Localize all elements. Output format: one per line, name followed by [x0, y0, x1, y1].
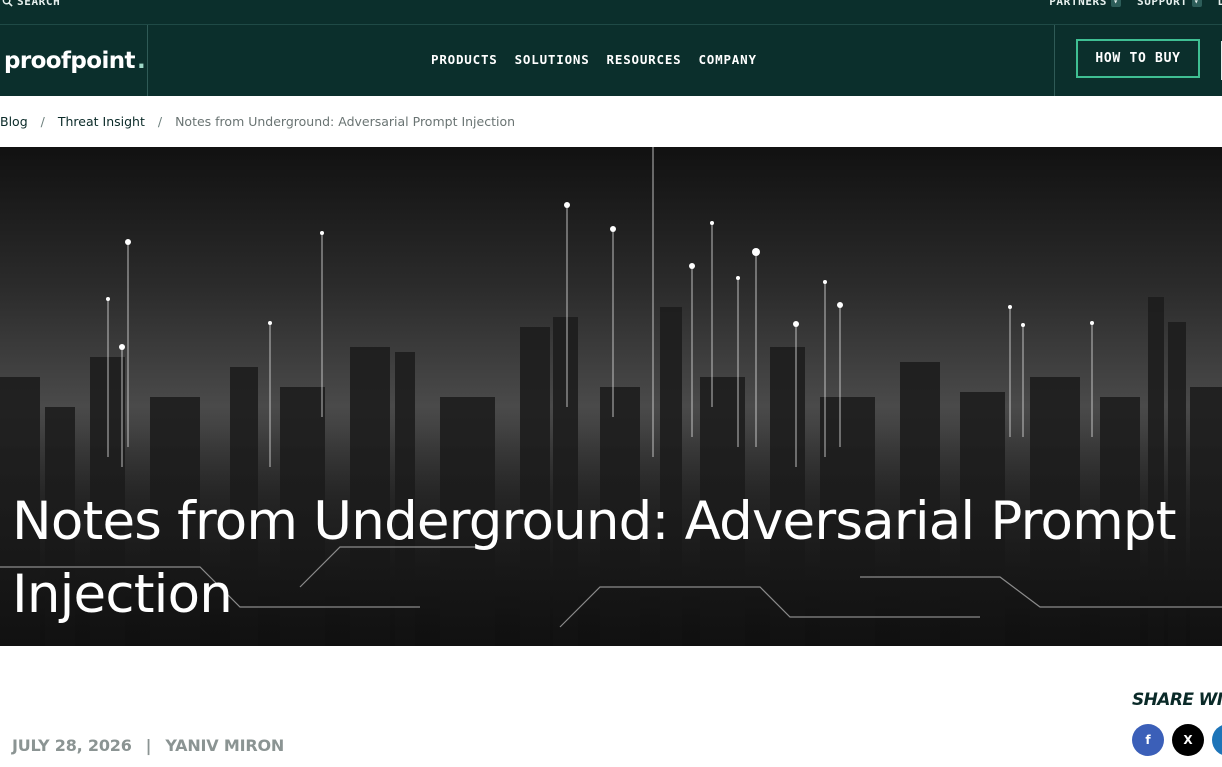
logo[interactable]: proofpoint. [0, 25, 148, 96]
share-label: SHARE WIT [1132, 690, 1222, 710]
share-x-button[interactable]: X [1172, 724, 1204, 756]
nav-solutions[interactable]: SOLUTIONS [515, 52, 590, 67]
main-nav: proofpoint. PRODUCTS SOLUTIONS RESOURCES… [0, 25, 1222, 96]
breadcrumb-threat-insight[interactable]: Threat Insight [58, 114, 145, 129]
article-title-line-1: Notes from Underground: Adversarial Prom… [12, 491, 1177, 552]
cta-container: HOW TO BUY [1054, 25, 1222, 96]
utility-links: PARTNERS ▾ SUPPORT ▾ LO [1049, 0, 1222, 8]
article-title: Notes from Underground: Adversarial Prom… [12, 485, 1222, 631]
hero-banner: Notes from Underground: Adversarial Prom… [0, 147, 1222, 646]
chevron-down-icon: ▾ [1110, 0, 1121, 7]
breadcrumb-blog[interactable]: Blog [0, 114, 28, 129]
nav-products[interactable]: PRODUCTS [431, 52, 498, 67]
share-facebook-button[interactable]: f [1132, 724, 1164, 756]
nav-company[interactable]: COMPANY [698, 52, 756, 67]
search-label: SEARCH [17, 0, 61, 8]
how-to-buy-button[interactable]: HOW TO BUY [1076, 39, 1200, 78]
x-icon: X [1183, 733, 1193, 747]
breadcrumb-separator: / [40, 114, 45, 129]
partners-menu[interactable]: PARTNERS ▾ [1049, 0, 1121, 8]
breadcrumb: Blog / Threat Insight / Notes from Under… [0, 114, 515, 129]
share-linkedin-button[interactable]: in [1212, 724, 1222, 756]
breadcrumb-current: Notes from Underground: Adversarial Prom… [175, 114, 516, 129]
search-icon [2, 0, 13, 7]
article-title-line-2: Injection [12, 564, 233, 625]
support-label: SUPPORT [1136, 0, 1188, 8]
primary-nav: PRODUCTS SOLUTIONS RESOURCES COMPANY [431, 52, 757, 67]
login-link[interactable]: LO [1218, 0, 1222, 8]
logo-text: proofpoint. [4, 47, 146, 74]
support-menu[interactable]: SUPPORT ▾ [1137, 0, 1202, 8]
article-meta: JULY 28, 2026 | YANIV MIRON [12, 736, 284, 755]
article-date: JULY 28, 2026 [12, 736, 132, 755]
nav-resources[interactable]: RESOURCES [607, 52, 682, 67]
search-link[interactable]: SEARCH [2, 0, 60, 8]
login-label: LO [1217, 0, 1222, 8]
chevron-down-icon: ▾ [1191, 0, 1202, 7]
breadcrumb-separator: / [157, 114, 163, 129]
facebook-icon: f [1145, 733, 1151, 747]
article-author[interactable]: YANIV MIRON [165, 736, 284, 755]
utility-bar: SEARCH PARTNERS ▾ SUPPORT ▾ LO [0, 0, 1222, 25]
meta-divider: | [145, 736, 152, 755]
partners-label: PARTNERS [1049, 0, 1107, 8]
